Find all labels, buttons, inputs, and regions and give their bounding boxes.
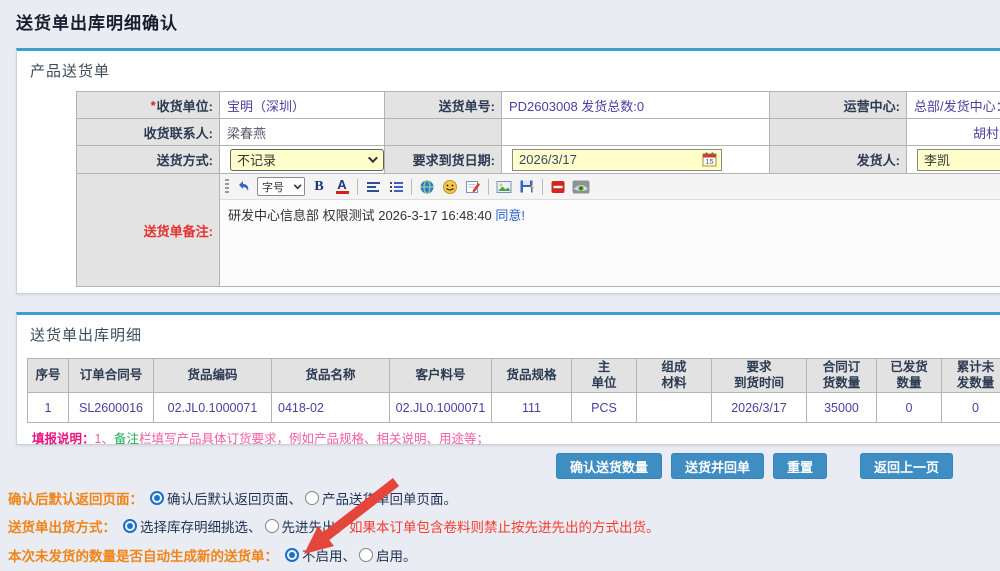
- delivery-method-label: 送货方式:: [77, 146, 220, 174]
- contact-label: 收货联系人:: [77, 119, 220, 146]
- table-cell: 0: [942, 393, 1000, 423]
- shipper-label: 发货人:: [770, 146, 907, 174]
- radio-enable[interactable]: [359, 548, 373, 562]
- col-header: 合同订 货数量: [807, 359, 877, 393]
- remark-label: 送货单备注:: [77, 174, 220, 287]
- table-cell: 111: [492, 393, 572, 423]
- ordered-list-icon[interactable]: [387, 178, 405, 196]
- table-cell: 02.JL0.1000071: [154, 393, 272, 423]
- delivery-no-label: 送货单号:: [385, 92, 502, 119]
- table-cell: [637, 393, 712, 423]
- back-button[interactable]: 返回上一页: [860, 453, 953, 479]
- toolbar-separator: [488, 179, 489, 195]
- table-cell: PCS: [572, 393, 637, 423]
- required-date-label: 要求到货日期:: [385, 146, 502, 174]
- radio-return-receipt-page[interactable]: [305, 491, 319, 505]
- bold-icon[interactable]: B: [310, 178, 328, 196]
- col-header: 客户料号: [390, 359, 492, 393]
- detail-panel-title: 送货单出库明细: [30, 324, 142, 345]
- col-header: 货品编码: [154, 359, 272, 393]
- font-size-select[interactable]: 字号: [257, 177, 305, 196]
- page-title: 送货单出库明细确认: [16, 9, 178, 34]
- outbound-method-option-line: 送货单出货方式： 选择库存明细挑选、 先进先出， 如果本订单包含卷料则禁止按先进…: [8, 516, 660, 536]
- required-date-input[interactable]: 2026/3/17 15: [512, 149, 722, 171]
- radio-disable[interactable]: [285, 548, 299, 562]
- return-page-option-line: 确认后默认返回页面： 确认后默认返回页面、 产品送货单回单页面。: [8, 488, 457, 508]
- redaction-blur: [772, 117, 962, 141]
- chevron-down-icon: [368, 153, 378, 163]
- product-panel-title: 产品送货单: [30, 60, 110, 81]
- table-cell: SL2600016: [69, 393, 154, 423]
- undo-icon[interactable]: [234, 178, 252, 196]
- auto-generate-option-line: 本次未发货的数量是否自动生成新的送货单： 不启用、 启用。: [8, 545, 417, 565]
- font-color-icon[interactable]: A: [333, 178, 351, 196]
- fifo-warning-text: 如果本订单包含卷料则禁止按先进先出的方式出货。: [349, 516, 660, 536]
- required-mark: *: [151, 98, 156, 113]
- save-icon[interactable]: [518, 178, 536, 196]
- col-header: 已发货 数量: [877, 359, 942, 393]
- chevron-down-icon: [294, 181, 302, 189]
- shipper-input[interactable]: 李凯: [917, 149, 1000, 171]
- receiving-unit-value: 宝明（深圳）: [220, 92, 385, 119]
- delivery-no-value: PD2603008 发货总数:0: [502, 92, 770, 119]
- link-globe-icon[interactable]: [418, 178, 436, 196]
- radio-return-default[interactable]: [150, 491, 164, 505]
- col-header: 订单合同号: [69, 359, 154, 393]
- remark-toolbar: 字号 B A: [220, 174, 1000, 200]
- outbound-detail-panel: 送货单出库明细 序号 订单合同号 货品编码 货品名称 客户料号 货品规格 主 单…: [16, 312, 1000, 445]
- toolbar-separator: [357, 179, 358, 195]
- calendar-icon[interactable]: 15: [702, 152, 718, 167]
- col-header: 要求 到货时间: [712, 359, 807, 393]
- ship-and-receipt-button[interactable]: 送货并回单: [671, 453, 764, 479]
- col-header: 主 单位: [572, 359, 637, 393]
- table-cell: 0418-02: [272, 393, 390, 423]
- detail-table: 序号 订单合同号 货品编码 货品名称 客户料号 货品规格 主 单位 组成 材料 …: [27, 358, 1000, 423]
- edit-note-icon[interactable]: [464, 178, 482, 196]
- col-header: 组成 材料: [637, 359, 712, 393]
- confirm-qty-button[interactable]: 确认送货数量: [556, 453, 662, 479]
- delivery-confirm-page: 送货单出库明细确认 产品送货单 * 收货单位: 宝明（深圳） 送货单号: PD2…: [0, 0, 1000, 571]
- svg-text:15: 15: [706, 159, 714, 166]
- reset-button[interactable]: 重置: [773, 453, 827, 479]
- preview-eye-icon[interactable]: [572, 178, 590, 196]
- contact-value: 梁春燕: [220, 119, 385, 146]
- col-header: 货品规格: [492, 359, 572, 393]
- col-header: 序号: [28, 359, 69, 393]
- table-cell: 2026/3/17: [712, 393, 807, 423]
- receiving-unit-label: * 收货单位:: [77, 92, 220, 119]
- table-cell: 1: [28, 393, 69, 423]
- shipper-cell: 李凯: [907, 146, 1000, 174]
- redaction-blur: [800, 91, 988, 104]
- remark-editor: 字号 B A: [220, 174, 1000, 287]
- emoticon-icon[interactable]: [441, 178, 459, 196]
- toolbar-separator: [411, 179, 412, 195]
- filling-note: 填报说明：1、备注栏填写产品具体订货要求，例如产品规格、相关说明、用途等；: [32, 428, 489, 447]
- col-header: 货品名称: [272, 359, 390, 393]
- agree-link[interactable]: 同意!: [495, 208, 525, 223]
- product-delivery-panel: 产品送货单 * 收货单位: 宝明（深圳） 送货单号: PD2603008 发货总…: [16, 48, 1000, 294]
- insert-image-icon[interactable]: [495, 178, 513, 196]
- toolbar-separator: [542, 179, 543, 195]
- toolbar-drag-handle[interactable]: [225, 179, 229, 195]
- col-header: 累计未 发数量: [942, 359, 1000, 393]
- flash-media-icon[interactable]: [549, 178, 567, 196]
- redaction-blur: [393, 117, 761, 141]
- delivery-method-cell: 不记录: [220, 146, 385, 174]
- table-cell: 0: [877, 393, 942, 423]
- align-icon[interactable]: [364, 178, 382, 196]
- remark-content[interactable]: 研发中心信息部 权限测试 2026-3-17 16:48:40 同意!: [220, 200, 1000, 229]
- radio-pick-inventory[interactable]: [123, 519, 137, 533]
- radio-fifo[interactable]: [265, 519, 279, 533]
- required-date-cell: 2026/3/17 15: [502, 146, 770, 174]
- table-cell: 35000: [807, 393, 877, 423]
- action-buttons: 确认送货数量 送货并回单 重置 返回上一页: [556, 453, 953, 479]
- delivery-method-select[interactable]: 不记录: [230, 149, 384, 171]
- table-cell: 02.JL0.1000071: [390, 393, 492, 423]
